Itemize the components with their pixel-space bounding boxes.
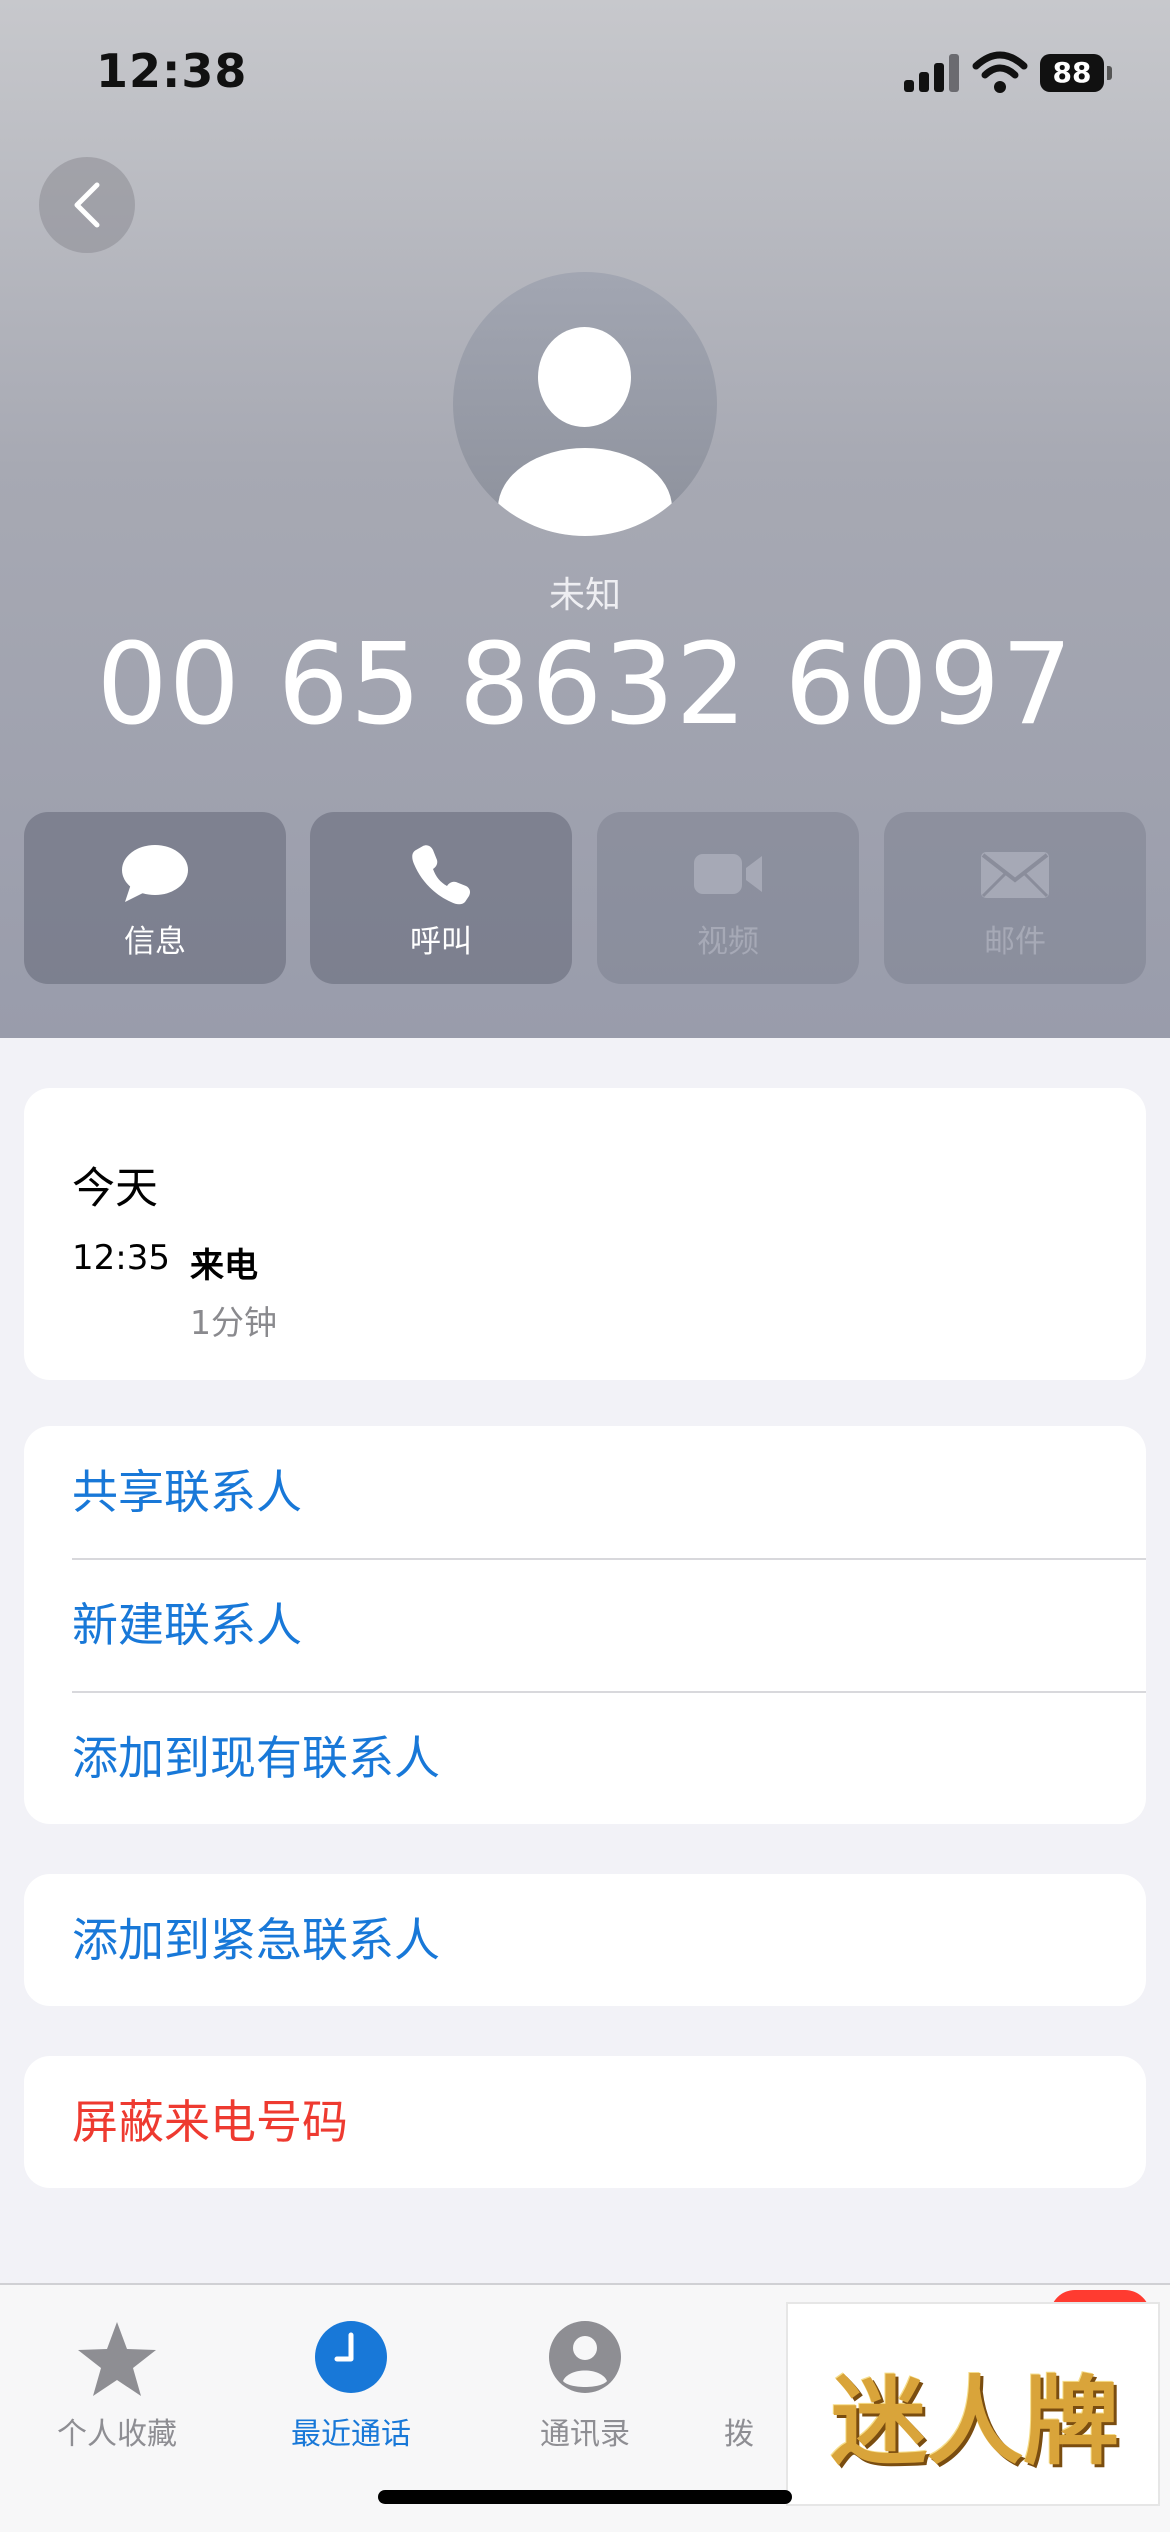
caller-label: 未知: [548, 575, 621, 616]
call-label: 呼叫: [410, 924, 472, 960]
caller-number: 00 65 8632 6097: [96, 620, 1074, 750]
envelope-icon: [981, 852, 1049, 898]
add-emergency-contact-button[interactable]: 添加到紧急联系人: [72, 1874, 1146, 2006]
call-button[interactable]: 呼叫: [310, 812, 572, 984]
watermark-logo-text: 迷人牌: [831, 2365, 1119, 2478]
back-button[interactable]: [39, 157, 135, 253]
video-camera-icon: [694, 854, 762, 894]
wifi-icon: [972, 51, 1028, 93]
phone-icon: [412, 845, 470, 905]
video-button[interactable]: 视频: [597, 812, 859, 984]
person-circle-icon: [549, 2321, 621, 2393]
tab-favorites-label: 个人收藏: [57, 2417, 177, 2452]
mail-label: 邮件: [984, 924, 1046, 960]
message-bubble-icon: [122, 845, 188, 902]
tab-favorites[interactable]: 个人收藏: [0, 2303, 234, 2452]
star-icon: [78, 2322, 156, 2396]
message-label: 信息: [124, 924, 186, 960]
call-history-card: 今天 12:35 来电 1分钟: [24, 1088, 1146, 1380]
home-indicator: [378, 2490, 792, 2504]
chevron-left-icon: [74, 182, 100, 228]
tab-recents-label: 最近通话: [291, 2417, 411, 2452]
avatar-head: [538, 327, 631, 427]
contact-options-card: 共享联系人 新建联系人 添加到现有联系人: [24, 1426, 1146, 1824]
watermark-logo: 迷人牌: [786, 2302, 1160, 2506]
add-to-existing-contact-button[interactable]: 添加到现有联系人: [72, 1692, 1146, 1824]
share-contact-button[interactable]: 共享联系人: [72, 1426, 1146, 1558]
message-button[interactable]: 信息: [24, 812, 286, 984]
history-time: 12:35: [72, 1238, 170, 1278]
battery-icon: 88: [1040, 54, 1112, 92]
history-date: 今天: [72, 1164, 158, 1214]
avatar-body: [498, 448, 672, 536]
history-call-type: 来电: [190, 1246, 258, 1286]
tab-recents[interactable]: 最近通话: [234, 2303, 468, 2452]
contact-avatar: [453, 272, 717, 536]
contact-header: 12:38 88 未知 00 65 8632 6097 信息 呼叫 视频 邮件: [0, 0, 1170, 1038]
block-card: 屏蔽来电号码: [24, 2056, 1146, 2188]
block-caller-button[interactable]: 屏蔽来电号码: [72, 2056, 1146, 2188]
cellular-signal-icon: [904, 52, 960, 92]
status-bar: 12:38 88: [0, 0, 1170, 150]
history-duration: 1分钟: [190, 1303, 277, 1342]
battery-level: 88: [1040, 54, 1104, 92]
new-contact-button[interactable]: 新建联系人: [72, 1559, 1146, 1691]
status-time: 12:38: [96, 44, 248, 98]
emergency-card: 添加到紧急联系人: [24, 1874, 1146, 2006]
video-label: 视频: [697, 924, 759, 960]
mail-button[interactable]: 邮件: [884, 812, 1146, 984]
clock-icon: [315, 2321, 387, 2393]
